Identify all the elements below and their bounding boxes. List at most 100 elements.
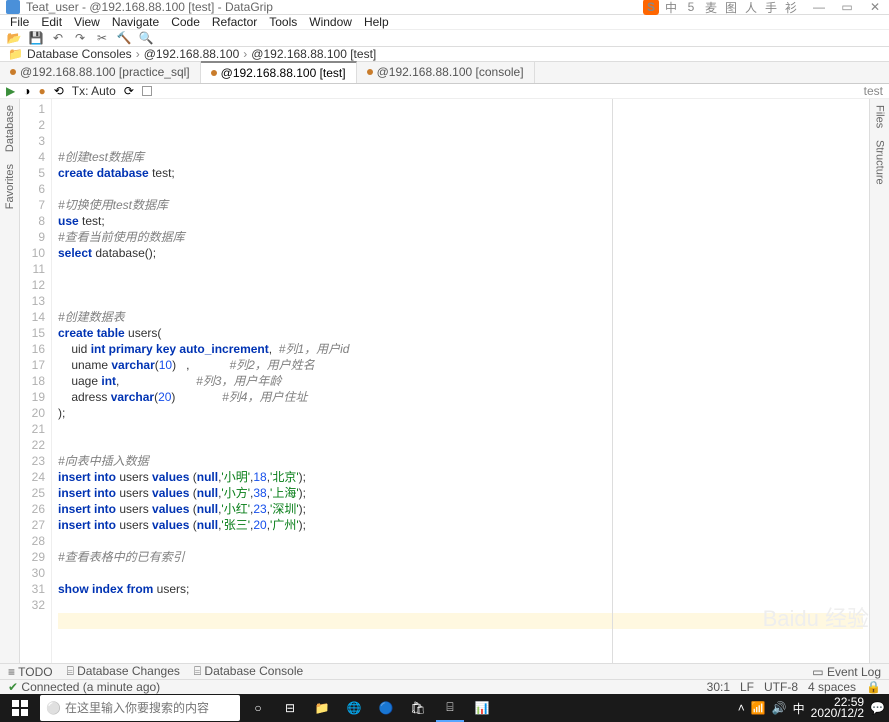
- tx-mode-select[interactable]: Tx: Auto: [72, 84, 116, 98]
- editor-tabs: @192.168.88.100 [practice_sql] @192.168.…: [0, 62, 889, 84]
- sogou-icon[interactable]: S: [643, 0, 659, 15]
- hammer-icon[interactable]: 🔨: [116, 30, 132, 46]
- close-button[interactable]: ✕: [861, 0, 889, 18]
- drawio-icon[interactable]: 📊: [468, 694, 496, 722]
- maximize-button[interactable]: ▭: [833, 0, 861, 18]
- session-label[interactable]: test: [864, 84, 883, 98]
- indent-setting[interactable]: 4 spaces: [808, 680, 856, 694]
- menu-edit[interactable]: Edit: [41, 15, 62, 29]
- notifications-icon[interactable]: 💬: [870, 701, 885, 715]
- rollback-icon[interactable]: ⟲: [54, 84, 64, 98]
- search-icon[interactable]: 🔍: [138, 30, 154, 46]
- console-icon: [10, 69, 16, 75]
- main-area: Database Favorites 123456789101112131415…: [0, 99, 889, 663]
- tray-icon-3[interactable]: 5: [683, 0, 699, 15]
- menubar: File Edit View Navigate Code Refactor To…: [0, 15, 889, 30]
- sidebar-tab-favorites[interactable]: Favorites: [4, 158, 16, 215]
- tray-chevron-icon[interactable]: ˄: [738, 701, 745, 715]
- main-toolbar: 📂 💾 ↶ ↷ ✂ 🔨 🔍: [0, 30, 889, 47]
- window-title: Teat_user - @192.168.88.100 [test] - Dat…: [26, 0, 273, 14]
- minimize-button[interactable]: —: [805, 0, 833, 18]
- status-bar: ✔ Connected (a minute ago) 30:1 LF UTF-8…: [0, 679, 889, 694]
- cut-icon[interactable]: ✂: [94, 30, 110, 46]
- breadcrumb-root[interactable]: Database Consoles: [27, 47, 132, 61]
- menu-help[interactable]: Help: [364, 15, 389, 29]
- sidebar-tab-structure[interactable]: Structure: [874, 134, 886, 191]
- tab-event-log[interactable]: ▭ Event Log: [812, 665, 881, 679]
- bottom-tool-tabs: ≡ TODO ⌸ Database Changes ⌸ Database Con…: [0, 663, 889, 679]
- tray-icon-7[interactable]: 手: [763, 0, 779, 15]
- breadcrumb: 📁 Database Consoles › @192.168.88.100 › …: [0, 47, 889, 62]
- tray-icon-6[interactable]: 人: [743, 0, 759, 15]
- menu-refactor[interactable]: Refactor: [212, 15, 257, 29]
- right-margin-ruler: [612, 99, 613, 663]
- tab-label: Database Console: [204, 664, 303, 678]
- menu-view[interactable]: View: [74, 15, 100, 29]
- tray-icon-5[interactable]: 图: [723, 0, 739, 15]
- code-editor[interactable]: 1234567891011121314151617181920212223242…: [20, 99, 869, 663]
- tab-db-changes[interactable]: ⌸ Database Changes: [67, 664, 180, 679]
- start-button[interactable]: [4, 694, 36, 722]
- schedule-icon[interactable]: ◑: [23, 84, 30, 98]
- ime-icon[interactable]: 中: [663, 0, 679, 15]
- undo-icon[interactable]: ↶: [50, 30, 66, 46]
- chrome-icon[interactable]: 🌐: [340, 694, 368, 722]
- tab-label: @192.168.88.100 [practice_sql]: [20, 65, 190, 79]
- chevron-icon: ›: [136, 47, 140, 61]
- search-icon: ⚪: [46, 701, 61, 715]
- clock-time: 22:59: [811, 697, 864, 708]
- tab-label: @192.168.88.100 [test]: [221, 66, 346, 80]
- tab-db-console[interactable]: ⌸ Database Console: [194, 664, 303, 679]
- commit-icon[interactable]: ●: [38, 84, 45, 98]
- console-icon: [211, 70, 217, 76]
- code-area[interactable]: #创建test数据库create database test;#切换使用test…: [52, 99, 869, 663]
- windows-taskbar: ⚪ ○ ⊟ 📁 🌐 🔵 🛍 ⌸ 📊 ˄ 📶 🔊 中 22:59 2020/12/…: [0, 694, 889, 722]
- line-sep[interactable]: LF: [740, 680, 754, 694]
- volume-icon[interactable]: 🔊: [772, 701, 787, 715]
- sidebar-tab-database[interactable]: Database: [4, 99, 16, 158]
- tab-console[interactable]: @192.168.88.100 [console]: [357, 61, 535, 83]
- save-icon[interactable]: 💾: [28, 30, 44, 46]
- menu-code[interactable]: Code: [171, 15, 200, 29]
- sidebar-tab-files[interactable]: Files: [874, 99, 886, 134]
- tray-icon-8[interactable]: 衫: [783, 0, 799, 15]
- tab-label: Event Log: [827, 665, 881, 679]
- editor-toolbar: ▶ ◑ ● ⟲ Tx: Auto ⟳ test: [0, 84, 889, 99]
- wifi-icon[interactable]: 📶: [751, 701, 766, 715]
- tab-label: TODO: [18, 665, 52, 679]
- taskview-icon[interactable]: ⊟: [276, 694, 304, 722]
- file-encoding[interactable]: UTF-8: [764, 680, 798, 694]
- edge-icon[interactable]: 🔵: [372, 694, 400, 722]
- tab-todo[interactable]: ≡ TODO: [8, 665, 53, 679]
- breadcrumb-leaf[interactable]: @192.168.88.100 [test]: [251, 47, 376, 61]
- menu-navigate[interactable]: Navigate: [112, 15, 159, 29]
- tab-test[interactable]: @192.168.88.100 [test]: [201, 61, 357, 83]
- explorer-icon[interactable]: 📁: [308, 694, 336, 722]
- lock-icon[interactable]: 🔒: [866, 680, 881, 694]
- menu-window[interactable]: Window: [309, 15, 352, 29]
- left-tool-tabs: Database Favorites: [0, 99, 20, 663]
- store-icon[interactable]: 🛍: [404, 694, 432, 722]
- clock[interactable]: 22:59 2020/12/2: [811, 697, 864, 719]
- cortana-icon[interactable]: ○: [244, 694, 272, 722]
- tray-icon-4[interactable]: 麦: [703, 0, 719, 15]
- open-icon[interactable]: 📂: [6, 30, 22, 46]
- redo-icon[interactable]: ↷: [72, 30, 88, 46]
- menu-file[interactable]: File: [10, 15, 29, 29]
- tab-label: Database Changes: [77, 664, 180, 678]
- stop-button[interactable]: [142, 86, 152, 96]
- tab-practice-sql[interactable]: @192.168.88.100 [practice_sql]: [0, 61, 201, 83]
- tab-label: @192.168.88.100 [console]: [377, 65, 524, 79]
- datagrip-icon[interactable]: ⌸: [436, 694, 464, 722]
- ime-icon[interactable]: 中: [793, 700, 805, 717]
- search-input[interactable]: [65, 701, 234, 715]
- taskbar-tray: ˄ 📶 🔊 中 22:59 2020/12/2 💬: [738, 697, 885, 719]
- caret-position[interactable]: 30:1: [707, 680, 730, 694]
- status-text: Connected (a minute ago): [21, 680, 160, 694]
- menu-tools[interactable]: Tools: [269, 15, 297, 29]
- refresh-icon[interactable]: ⟳: [124, 84, 134, 98]
- taskbar-search[interactable]: ⚪: [40, 695, 240, 721]
- run-button[interactable]: ▶: [6, 84, 15, 98]
- breadcrumb-host[interactable]: @192.168.88.100: [144, 47, 240, 61]
- right-tool-tabs: Files Structure: [869, 99, 889, 663]
